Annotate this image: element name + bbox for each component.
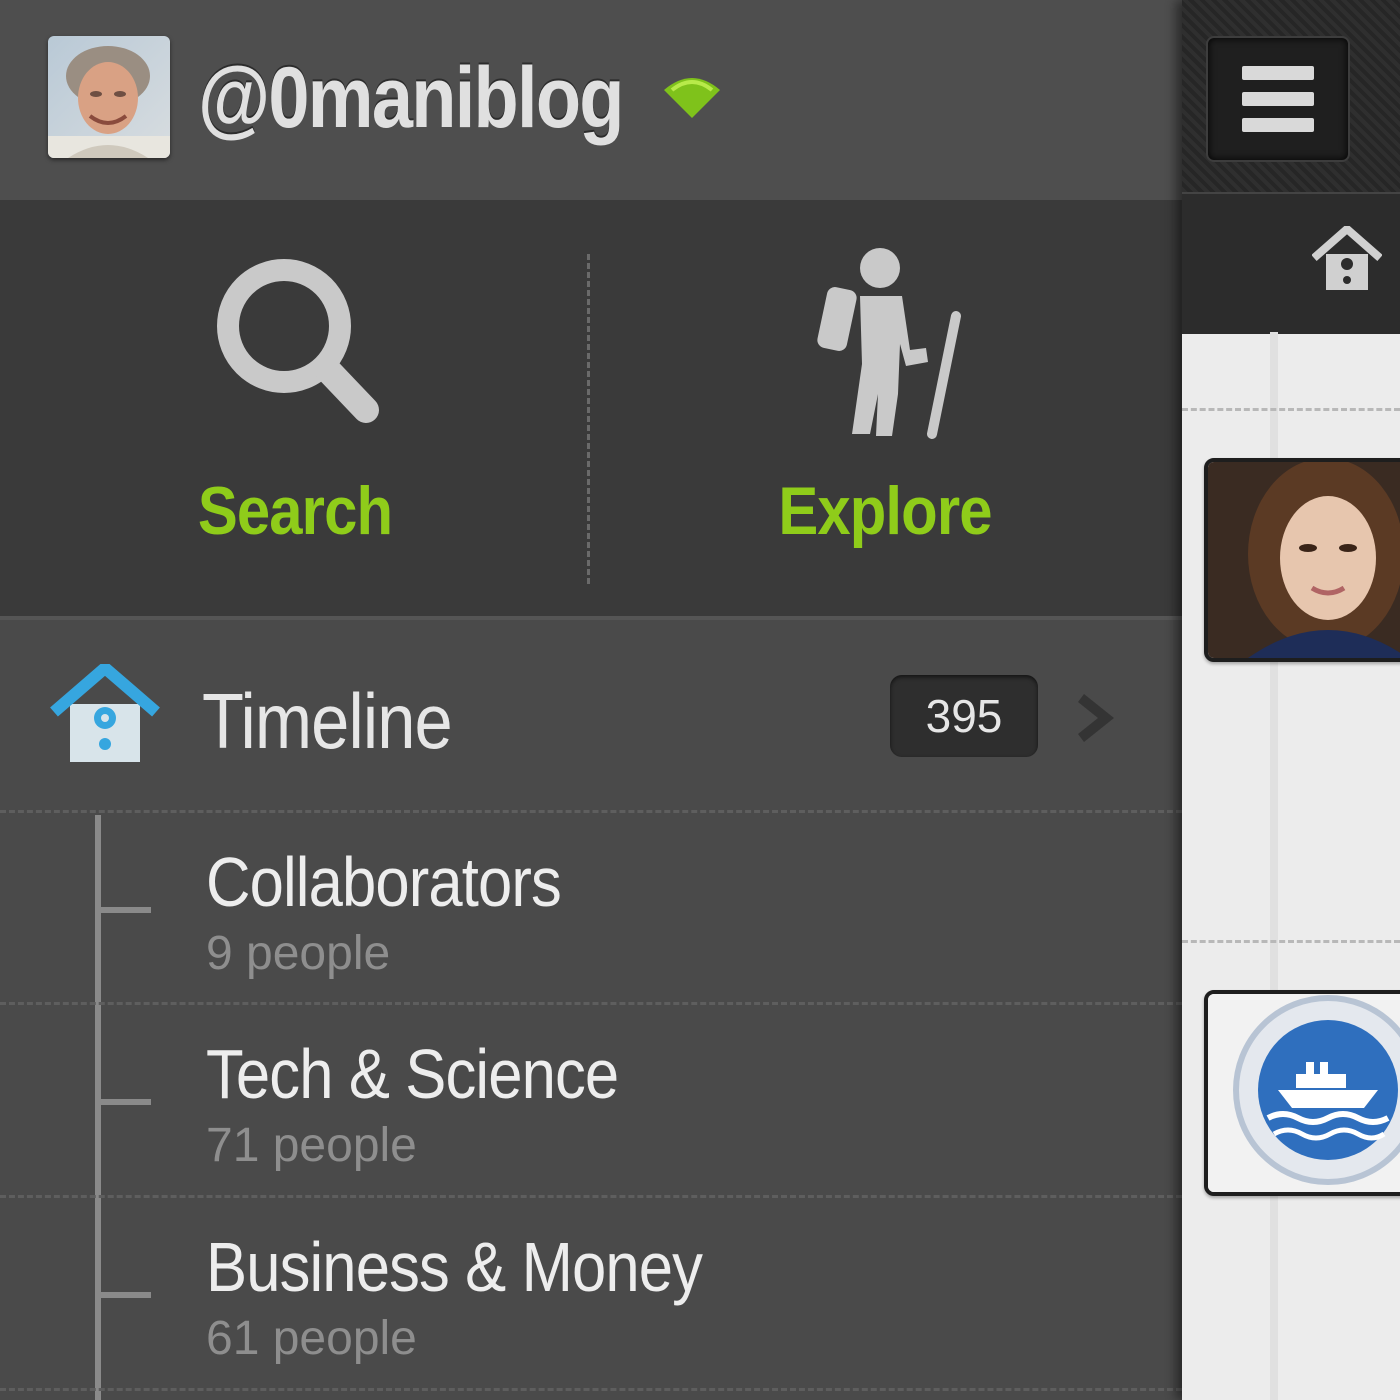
account-header[interactable]: @0maniblog <box>0 0 1182 204</box>
navigation-drawer: @0maniblog Search Explore Timeline 395 C… <box>0 0 1182 1400</box>
menu-bar <box>1242 118 1314 132</box>
avatar[interactable] <box>48 36 170 158</box>
search-label: Search <box>197 473 393 549</box>
birdhouse-icon[interactable] <box>1312 226 1382 292</box>
birdhouse-icon <box>50 664 160 762</box>
woman-portrait-avatar[interactable] <box>1204 458 1400 662</box>
list-member-count: 61 people <box>206 1312 417 1365</box>
list-title: Tech & Science <box>206 1035 619 1113</box>
magnifier-icon <box>217 259 379 423</box>
divider <box>0 1002 1182 1005</box>
divider <box>0 810 1182 813</box>
content-topbar <box>1182 0 1400 192</box>
divider <box>1182 408 1400 411</box>
menu-bar <box>1242 66 1314 80</box>
hamburger-menu-icon[interactable] <box>1206 36 1350 162</box>
explore-label: Explore <box>778 473 992 549</box>
list-item-business-money[interactable]: Business & Money 61 people <box>0 1199 1182 1389</box>
list-title: Business & Money <box>206 1228 703 1306</box>
cruise-ship-badge-avatar[interactable] <box>1204 990 1400 1196</box>
divider <box>0 1388 1182 1391</box>
divider <box>0 1195 1182 1198</box>
main-content-peek[interactable] <box>1182 0 1400 1400</box>
timeline-label: Timeline <box>202 677 453 765</box>
menu-bar <box>1242 92 1314 106</box>
list-item-tech-science[interactable]: Tech & Science 71 people <box>0 1006 1182 1196</box>
search-button[interactable]: Search <box>0 204 590 616</box>
signal-icon <box>664 78 720 118</box>
divider <box>1182 940 1400 943</box>
hiker-icon <box>817 248 961 439</box>
explore-button[interactable]: Explore <box>590 204 1180 616</box>
list-item-collaborators[interactable]: Collaborators 9 people <box>0 814 1182 1004</box>
chevron-right-icon[interactable] <box>1076 690 1120 746</box>
list-member-count: 9 people <box>206 927 391 980</box>
list-member-count: 71 people <box>206 1119 417 1172</box>
quick-actions-panel: Search Explore <box>0 204 1182 620</box>
unread-count-badge: 395 <box>890 675 1038 757</box>
account-username[interactable]: @0maniblog <box>198 48 624 148</box>
list-title: Collaborators <box>206 843 562 921</box>
